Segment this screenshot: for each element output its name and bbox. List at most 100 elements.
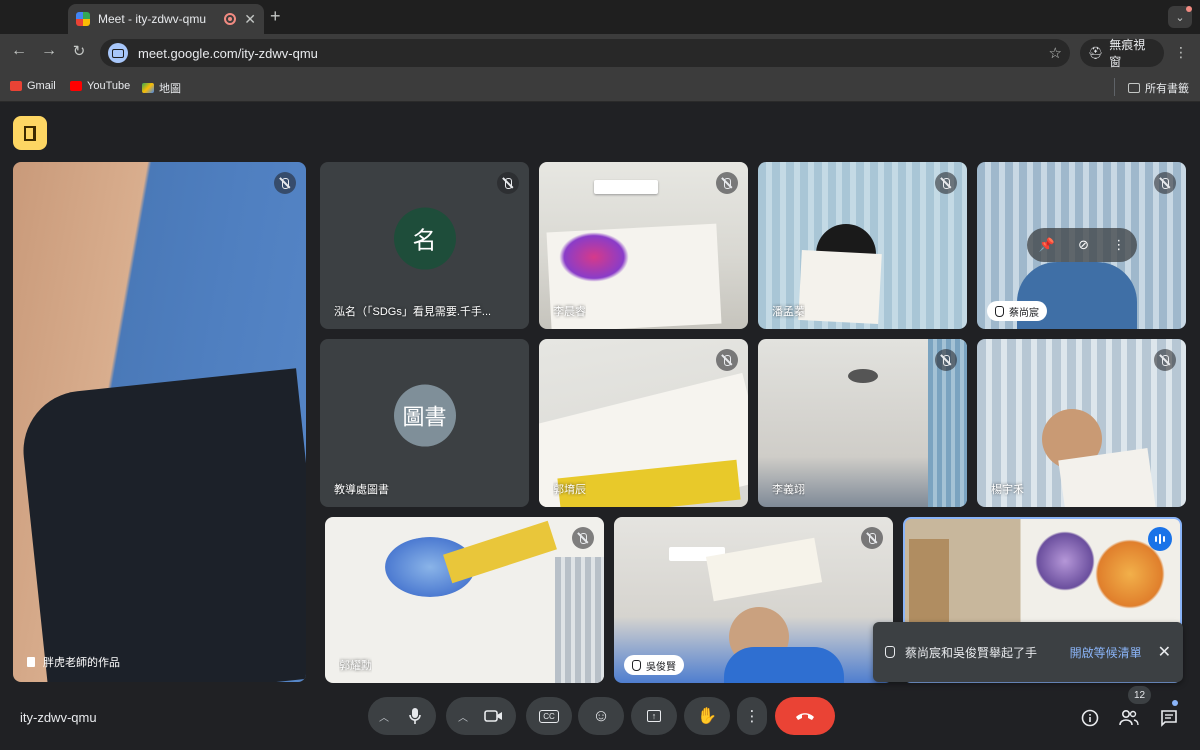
participant-name: 郭堉辰 [553, 484, 586, 496]
video-tile-2[interactable]: 李晨睿 [539, 162, 748, 329]
tab-meet[interactable]: Meet - ity-zdwv-qmu ✕ [68, 4, 264, 34]
mic-off-icon [861, 527, 883, 549]
more-options-icon[interactable]: ⋮ [1112, 237, 1125, 253]
pin-icon[interactable]: 📌 [1039, 237, 1055, 253]
mic-off-icon [497, 172, 519, 194]
hand-icon: ✋ [697, 708, 717, 725]
bookmark-gmail[interactable]: Gmail [10, 80, 56, 92]
video-content [555, 557, 604, 683]
close-icon[interactable]: ✕ [1158, 642, 1171, 662]
mic-options-chevron-icon[interactable]: ︿ [371, 709, 397, 724]
video-tile-9[interactable]: 郭耀勳 [325, 517, 604, 683]
meet-favicon-icon [76, 12, 90, 26]
raise-hand-button[interactable]: ✋ [684, 697, 730, 735]
ceiling-fan [848, 369, 878, 383]
close-tab-icon[interactable]: ✕ [244, 11, 256, 28]
meet-stage: 胖虎老師的作品 名 泓名（「SDGs」看見需要.千手... 李晨睿 潘孟蓁 📌 … [0, 102, 1200, 750]
host-controls-button[interactable] [13, 116, 47, 150]
more-options-icon: ⋮ [744, 708, 760, 725]
pinned-video-tile[interactable]: 胖虎老師的作品 [13, 162, 306, 682]
tab-search-button[interactable]: ⌄ [1168, 6, 1192, 28]
new-tab-icon[interactable]: + [270, 6, 281, 27]
people-icon[interactable] [1118, 707, 1140, 729]
tile-hover-controls: 📌 ⊘ ⋮ [1027, 228, 1137, 262]
participant-name: 郭耀勳 [339, 660, 372, 672]
hand-icon [632, 659, 641, 671]
youtube-icon [70, 81, 82, 91]
video-content [724, 647, 844, 683]
forward-icon[interactable]: → [38, 42, 60, 60]
browser-menu-icon[interactable]: ⋮ [1174, 44, 1188, 61]
captions-button[interactable]: CC [526, 697, 572, 735]
video-content [1035, 531, 1095, 591]
chat-notification-dot [1172, 700, 1178, 706]
video-tile-4[interactable]: 📌 ⊘ ⋮ 蔡尚宸 [977, 162, 1186, 329]
meeting-info-icon[interactable] [1079, 707, 1101, 729]
maps-icon [142, 83, 154, 93]
all-bookmarks[interactable]: 所有書籤 [1128, 80, 1189, 96]
speaking-indicator-icon [1148, 527, 1172, 551]
browser-toolbar: ← → ↻ meet.google.com/ity-zdwv-qmu ☆ ⛑ 無… [0, 34, 1200, 72]
mic-off-icon [716, 349, 738, 371]
video-content [594, 180, 658, 194]
recording-icon [224, 13, 237, 25]
open-queue-link[interactable]: 開啟等候清單 [1070, 644, 1142, 661]
notification-dot [1186, 6, 1192, 12]
bookmark-star-icon[interactable]: ☆ [1049, 44, 1062, 62]
raised-hand-badge: 蔡尚宸 [987, 301, 1047, 321]
hand-icon [885, 646, 895, 658]
gmail-icon [10, 81, 22, 91]
video-content [17, 368, 306, 682]
pinned-label: 胖虎老師的作品 [27, 654, 120, 670]
raised-hands-toast: 蔡尚宸和吳俊賢舉起了手 開啟等候清單 ✕ [873, 622, 1183, 682]
more-options-button[interactable]: ⋮ [737, 697, 767, 735]
site-info-icon[interactable] [108, 43, 128, 63]
present-icon: ↑ [646, 710, 662, 722]
emoji-icon: ☺ [592, 706, 610, 725]
video-tile-5[interactable]: 圖書 教導處圖書 [320, 339, 529, 507]
raised-hand-badge: 吳俊賢 [624, 655, 684, 675]
mic-off-icon [935, 349, 957, 371]
mic-off-icon [1154, 172, 1176, 194]
tab-title: Meet - ity-zdwv-qmu [98, 12, 207, 26]
video-tile-3[interactable]: 潘孟蓁 [758, 162, 967, 329]
camera-control-group: ︿ [446, 697, 516, 735]
chat-icon[interactable] [1158, 707, 1180, 729]
leave-call-button[interactable] [775, 697, 835, 735]
toast-message: 蔡尚宸和吳俊賢舉起了手 [905, 645, 1038, 660]
participant-name: 李晨睿 [553, 306, 586, 318]
captions-icon: CC [539, 709, 559, 723]
bookmark-youtube[interactable]: YouTube [70, 80, 130, 92]
meeting-code: ity-zdwv-qmu [20, 710, 97, 725]
incognito-icon: ⛑ [1088, 46, 1104, 60]
video-tile-1[interactable]: 名 泓名（「SDGs」看見需要.千手... [320, 162, 529, 329]
address-bar[interactable]: meet.google.com/ity-zdwv-qmu ☆ [100, 39, 1070, 67]
microphone-icon[interactable] [397, 707, 433, 725]
video-tile-7[interactable]: 李義翊 [758, 339, 967, 507]
avatar: 名 [393, 207, 456, 270]
mic-off-icon [274, 172, 296, 194]
back-icon[interactable]: ← [8, 42, 30, 60]
meeting-control-bar: ity-zdwv-qmu ︿ ︿ CC ☺ ↑ ✋ ⋮ 12 [0, 686, 1200, 750]
video-tile-10[interactable]: 吳俊賢 [614, 517, 893, 683]
video-content [443, 520, 557, 584]
camera-icon[interactable] [476, 709, 512, 723]
reload-icon[interactable]: ↻ [68, 42, 90, 60]
reactions-button[interactable]: ☺ [578, 697, 624, 735]
camera-options-chevron-icon[interactable]: ︿ [450, 709, 476, 724]
incognito-indicator[interactable]: ⛑ 無痕視窗 [1080, 38, 1164, 69]
participant-count-badge: 12 [1128, 686, 1152, 704]
present-screen-button[interactable]: ↑ [631, 697, 677, 735]
video-tile-6[interactable]: 郭堉辰 [539, 339, 748, 507]
avatar: 圖書 [393, 384, 456, 447]
folder-icon [1128, 83, 1140, 93]
mic-off-icon [935, 172, 957, 194]
hang-up-icon [796, 713, 814, 720]
hand-icon [995, 305, 1004, 317]
bookmark-maps[interactable]: 地圖 [142, 80, 181, 96]
mute-icon[interactable]: ⊘ [1078, 237, 1089, 253]
url-text: meet.google.com/ity-zdwv-qmu [138, 45, 318, 61]
pin-icon [27, 657, 35, 667]
video-tile-8[interactable]: 楊宇禾 [977, 339, 1186, 507]
mic-off-icon [572, 527, 594, 549]
